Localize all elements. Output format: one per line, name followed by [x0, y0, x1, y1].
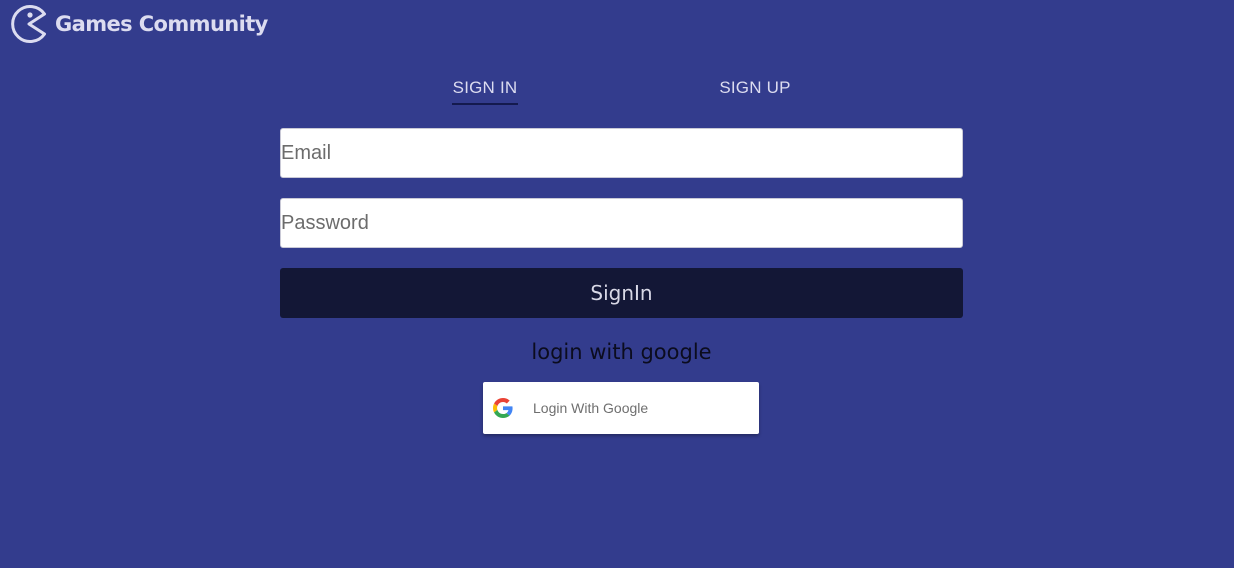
email-input[interactable] [280, 128, 963, 178]
tab-sign-in-label: SIGN IN [451, 70, 519, 105]
brand-logo[interactable]: Games Community [9, 4, 268, 44]
tab-sign-in[interactable]: SIGN IN [350, 70, 620, 106]
google-g-icon [493, 398, 513, 418]
pacman-logo-icon [9, 4, 49, 44]
password-input[interactable] [280, 198, 963, 248]
google-login-label: Login With Google [533, 400, 649, 416]
google-login-button[interactable]: Login With Google [483, 382, 759, 434]
brand-name: Games Community [55, 12, 268, 36]
tab-sign-up[interactable]: SIGN UP [620, 70, 890, 106]
auth-tabs: SIGN IN SIGN UP [350, 70, 890, 106]
tab-sign-up-label: SIGN UP [719, 78, 791, 97]
signin-button[interactable]: SignIn [280, 268, 963, 318]
google-login-heading: login with google [531, 340, 712, 364]
